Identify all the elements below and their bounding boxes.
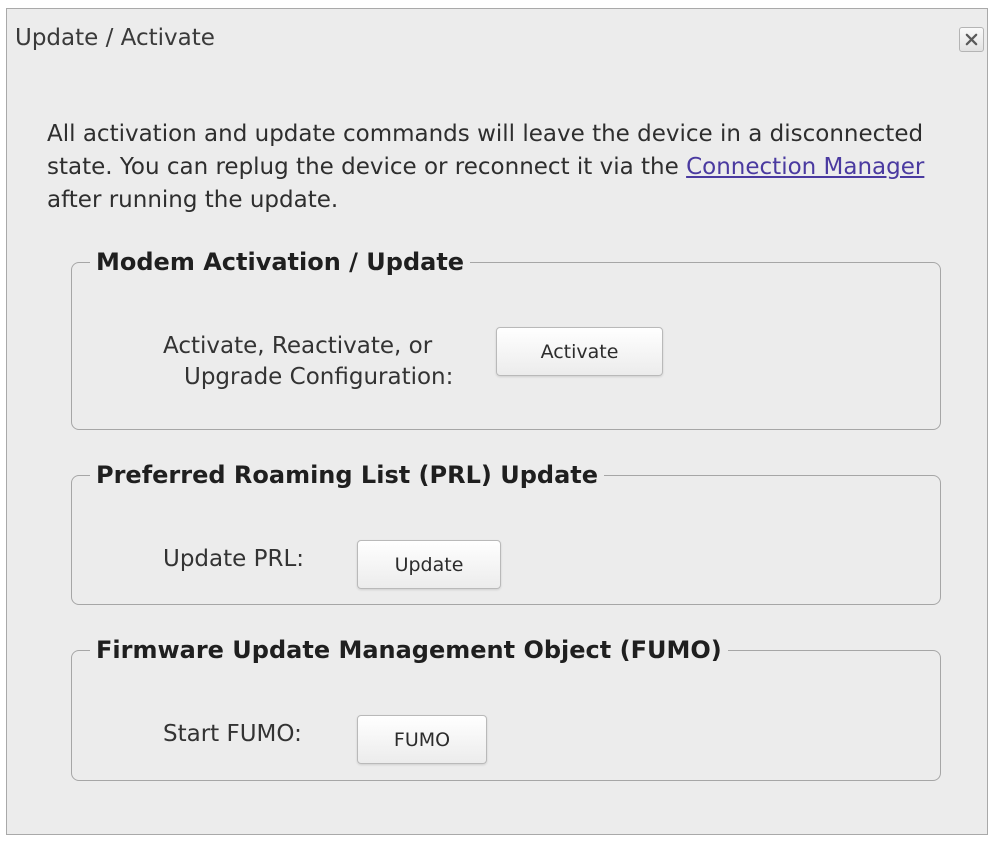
fumo-button[interactable]: FUMO	[357, 715, 487, 764]
activate-button[interactable]: Activate	[496, 327, 663, 376]
modem-activation-legend: Modem Activation / Update	[96, 248, 465, 276]
close-button[interactable]	[959, 27, 984, 52]
prl-update-legend: Preferred Roaming List (PRL) Update	[96, 461, 599, 489]
modem-activation-group: Modem Activation / Update Activate, Reac…	[71, 247, 941, 430]
intro-text: All activation and update commands will …	[47, 118, 977, 217]
update-activate-dialog: Update / Activate All activation and upd…	[6, 8, 988, 835]
modem-activation-label-line1: Activate, Reactivate, or	[163, 333, 433, 359]
prl-update-label: Update PRL:	[163, 546, 305, 572]
dialog-title: Update / Activate	[15, 25, 215, 51]
fumo-group: Firmware Update Management Object (FUMO)…	[71, 635, 941, 781]
prl-update-group: Preferred Roaming List (PRL) Update Upda…	[71, 460, 941, 605]
fumo-label: Start FUMO:	[163, 721, 302, 747]
fumo-legend: Firmware Update Management Object (FUMO)	[96, 636, 722, 664]
intro-text-after: after running the update.	[47, 187, 339, 213]
modem-activation-label-line2: Upgrade Configuration:	[184, 364, 454, 390]
close-icon	[965, 33, 978, 46]
connection-manager-link[interactable]: Connection Manager	[686, 154, 924, 180]
title-bar: Update / Activate	[7, 9, 987, 69]
update-prl-button[interactable]: Update	[357, 540, 501, 589]
